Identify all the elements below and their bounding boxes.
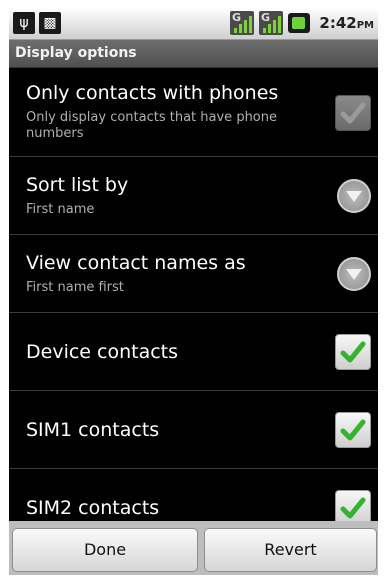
setting-title: Only contacts with phones xyxy=(26,82,279,104)
checkmark-icon xyxy=(340,419,366,441)
checkmark-icon xyxy=(340,102,366,124)
signal-sim1-icon: G xyxy=(230,11,254,35)
setting-subtitle: First name first xyxy=(26,280,124,295)
phone-screen: ψ ▩ G G 2:42PM Display options Only cont… xyxy=(9,8,378,575)
setting-sim1-contacts[interactable]: SIM1 contacts xyxy=(9,390,378,469)
clock-ampm: PM xyxy=(356,20,374,31)
signal-sim2-icon: G xyxy=(259,11,283,35)
view-names-dropdown-icon[interactable] xyxy=(337,257,371,291)
setting-title: Device contacts xyxy=(26,341,179,363)
checkmark-icon xyxy=(340,497,366,519)
sim1-contacts-checkbox[interactable] xyxy=(335,412,371,448)
setting-title: Sort list by xyxy=(26,174,129,196)
title-bar: Display options xyxy=(9,40,378,68)
signal-label-2: G xyxy=(261,11,271,24)
status-bar: ψ ▩ G G 2:42PM xyxy=(9,8,378,40)
device-contacts-checkbox[interactable] xyxy=(335,334,371,370)
only-phones-checkbox[interactable] xyxy=(335,95,371,131)
clock-time: 2:42 xyxy=(319,14,357,32)
page-title: Display options xyxy=(15,45,137,61)
chevron-down-icon xyxy=(346,269,362,280)
checkmark-icon xyxy=(340,341,366,363)
setting-only-phones[interactable]: Only contacts with phones Only display c… xyxy=(9,68,378,157)
battery-icon xyxy=(288,13,310,33)
sort-dropdown-icon[interactable] xyxy=(337,179,371,213)
setting-view-names[interactable]: View contact names as First name first xyxy=(9,234,378,313)
android-icon: ▩ xyxy=(39,12,61,34)
setting-title: SIM2 contacts xyxy=(26,497,160,519)
done-button[interactable]: Done xyxy=(12,528,198,572)
setting-subtitle: Only display contacts that have phone nu… xyxy=(26,110,277,141)
button-bar: Done Revert xyxy=(9,521,378,575)
revert-button[interactable]: Revert xyxy=(204,528,377,572)
setting-title: View contact names as xyxy=(26,252,246,274)
usb-icon: ψ xyxy=(13,12,35,34)
setting-device-contacts[interactable]: Device contacts xyxy=(9,312,378,391)
setting-title: SIM1 contacts xyxy=(26,419,160,441)
clock: 2:42PM xyxy=(319,14,374,32)
chevron-down-icon xyxy=(346,191,362,202)
setting-sort-list[interactable]: Sort list by First name xyxy=(9,156,378,235)
setting-subtitle: First name xyxy=(26,202,95,217)
signal-label: G xyxy=(232,11,242,24)
